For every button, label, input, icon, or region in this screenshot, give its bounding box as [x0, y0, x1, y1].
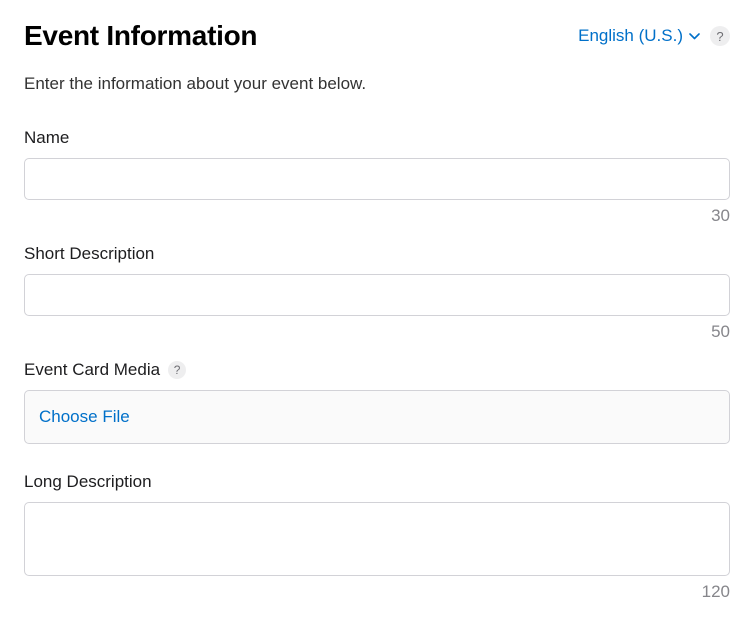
name-input[interactable]	[24, 158, 730, 200]
event-card-media-field-group: Event Card Media ? Choose File	[24, 360, 730, 444]
file-picker-box[interactable]: Choose File	[24, 390, 730, 444]
chevron-down-icon	[689, 33, 700, 40]
page-description: Enter the information about your event b…	[24, 74, 730, 94]
language-select[interactable]: English (U.S.)	[578, 26, 700, 46]
language-help-area: English (U.S.) ?	[578, 26, 730, 46]
name-field-group: Name 30	[24, 128, 730, 226]
header-help-icon[interactable]: ?	[710, 26, 730, 46]
long-description-label: Long Description	[24, 472, 152, 492]
language-label: English (U.S.)	[578, 26, 683, 46]
name-char-limit: 30	[24, 206, 730, 226]
long-description-input[interactable]	[24, 502, 730, 576]
short-description-field-group: Short Description 50	[24, 244, 730, 342]
name-label: Name	[24, 128, 69, 148]
short-description-input[interactable]	[24, 274, 730, 316]
page-title: Event Information	[24, 20, 257, 52]
short-description-label: Short Description	[24, 244, 154, 264]
long-description-char-limit: 120	[24, 582, 730, 602]
event-card-media-help-icon[interactable]: ?	[168, 361, 186, 379]
header-row: Event Information English (U.S.) ?	[24, 20, 730, 52]
short-description-char-limit: 50	[24, 322, 730, 342]
long-description-field-group: Long Description 120	[24, 472, 730, 602]
choose-file-link[interactable]: Choose File	[39, 407, 130, 426]
event-card-media-label: Event Card Media	[24, 360, 160, 380]
